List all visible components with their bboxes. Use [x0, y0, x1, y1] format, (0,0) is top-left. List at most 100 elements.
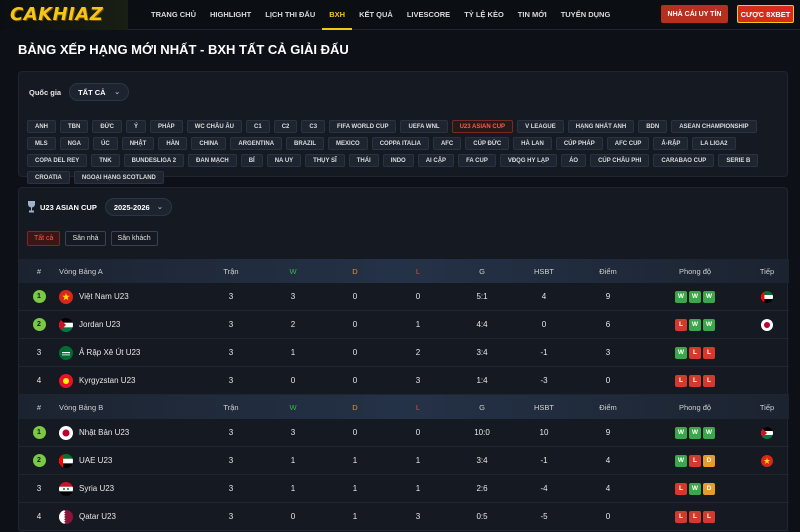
league-chip[interactable]: LA LIGA2 — [692, 137, 736, 150]
league-chip[interactable]: ARGENTINA — [230, 137, 283, 150]
col-d: D — [352, 266, 358, 276]
form-badge: W — [675, 346, 687, 359]
nav-highlight[interactable]: HIGHLIGHT — [203, 0, 258, 30]
team-name[interactable]: Jordan U23 — [79, 320, 120, 329]
league-chip[interactable]: NGA — [59, 137, 90, 150]
form-badge: W — [675, 426, 687, 439]
team-name[interactable]: Việt Nam U23 — [79, 292, 129, 301]
form-badge: L — [703, 510, 715, 523]
played: 3 — [228, 512, 234, 521]
bet-8xbet-button[interactable]: CƯỢC 8XBET — [737, 5, 794, 23]
league-chip[interactable]: NGOẠI HẠNG SCOTLAND — [73, 171, 164, 184]
league-chip[interactable]: AFC CUP — [606, 137, 650, 150]
league-chip[interactable]: ĐAN MẠCH — [188, 154, 237, 167]
table-row[interactable]: 3 Syria U23 3 1 1 1 2:6 -4 4 LWD — [19, 475, 789, 503]
table-row[interactable]: 1 Việt Nam U23 3 3 0 0 5:1 4 9 WWW — [19, 283, 789, 311]
nav-bxh[interactable]: BXH — [322, 0, 353, 30]
points: 3 — [605, 348, 611, 357]
league-chip[interactable]: FIFA WORLD CUP — [329, 120, 397, 133]
league-chip[interactable]: TBN — [60, 120, 89, 133]
league-chip[interactable]: ÁO — [561, 154, 587, 167]
league-chip[interactable]: C1 — [246, 120, 270, 133]
team-name[interactable]: UAE U23 — [79, 456, 112, 465]
league-chip[interactable]: FA CUP — [458, 154, 496, 167]
tab-all[interactable]: Tất cả — [27, 231, 61, 246]
league-chip[interactable]: AFC — [432, 137, 462, 150]
league-chip[interactable]: Ý — [126, 120, 147, 133]
table-row[interactable]: 4 Qatar U23 3 0 1 3 0:5 -5 0 LLL — [19, 503, 789, 531]
league-chip[interactable]: U23 ASIAN CUP — [451, 120, 514, 133]
league-chip[interactable]: ANH — [27, 120, 56, 133]
league-chip[interactable]: AI CẬP — [417, 154, 455, 167]
nav-tuyen-dung[interactable]: TUYỂN DỤNG — [554, 0, 618, 30]
japan-flag-icon[interactable] — [761, 318, 773, 331]
league-chip[interactable]: BỈ — [240, 154, 263, 167]
team-name[interactable]: Ả Rập Xê Út U23 — [79, 348, 140, 357]
league-chip[interactable]: ASEAN CHAMPIONSHIP — [671, 120, 757, 133]
league-chip[interactable]: UEFA WNL — [400, 120, 448, 133]
vietnam-flag-icon[interactable] — [761, 454, 773, 467]
league-chip[interactable]: NHẬT — [121, 137, 155, 150]
tab-away[interactable]: Sân khách — [110, 231, 158, 246]
team-name[interactable]: Qatar U23 — [79, 512, 116, 521]
wins: 1 — [290, 348, 296, 357]
country-select[interactable]: TẤT CẢ ⌄ — [69, 83, 130, 101]
league-chip[interactable]: CÚP PHÁP — [555, 137, 603, 150]
nav-tin-moi[interactable]: TIN MỚI — [511, 0, 554, 30]
table-row[interactable]: 4 Kyrgyzstan U23 3 0 0 3 1:4 -3 0 LLL — [19, 367, 789, 395]
league-chip[interactable]: HẠNG NHẤT ANH — [567, 120, 635, 133]
league-chip[interactable]: HÀ LAN — [513, 137, 552, 150]
site-logo[interactable]: CAKHIAZ — [0, 0, 128, 30]
league-chip[interactable]: PHÁP — [150, 120, 183, 133]
nav-trang-chu[interactable]: TRANG CHỦ — [144, 0, 203, 30]
points: 9 — [605, 428, 611, 437]
league-chip[interactable]: Ả-RẬP — [653, 137, 689, 150]
league-chip[interactable]: COPPA ITALIA — [371, 137, 429, 150]
league-chip[interactable]: WC CHÂU ÂU — [186, 120, 243, 133]
league-chip[interactable]: BDN — [638, 120, 668, 133]
rank-number: 3 — [36, 484, 42, 493]
tab-home[interactable]: Sân nhà — [65, 231, 106, 246]
nav-livescore[interactable]: LIVESCORE — [400, 0, 457, 30]
nav-ty-le-keo[interactable]: TỶ LỆ KÈO — [457, 0, 511, 30]
league-chip[interactable]: THÁI — [348, 154, 379, 167]
league-chip[interactable]: TNK — [91, 154, 120, 167]
country-select-value: TẤT CẢ — [78, 87, 106, 97]
uae-flag-icon[interactable] — [761, 290, 773, 303]
league-chip[interactable]: CARABAO CUP — [653, 154, 715, 167]
nav-ket-qua[interactable]: KẾT QUẢ — [352, 0, 400, 30]
league-chip[interactable]: NA UY — [266, 154, 302, 167]
table-row[interactable]: 2 Jordan U23 3 2 0 1 4:4 0 6 LWW — [19, 311, 789, 339]
col-g: G — [479, 402, 485, 412]
league-chip[interactable]: INDO — [382, 154, 414, 167]
trusted-bookmaker-button[interactable]: NHÀ CÁI UY TÍN — [661, 5, 728, 23]
jordan-flag-icon[interactable] — [761, 426, 773, 439]
league-chip[interactable]: HÀN — [158, 137, 188, 150]
league-chip[interactable]: MEXICO — [328, 137, 368, 150]
league-chip[interactable]: THỤY SĨ — [305, 154, 345, 167]
season-select[interactable]: 2025-2026 ⌄ — [104, 198, 172, 216]
league-chip[interactable]: BUNDESLIGA 2 — [123, 154, 185, 167]
league-chip[interactable]: V LEAGUE — [517, 120, 564, 133]
league-chip[interactable]: VĐQG HY LẠP — [499, 154, 558, 167]
league-chip[interactable]: C2 — [273, 120, 298, 133]
league-chip[interactable]: C3 — [301, 120, 326, 133]
team-name[interactable]: Kyrgyzstan U23 — [79, 376, 135, 385]
league-chip[interactable]: MLS — [27, 137, 56, 150]
league-chip[interactable]: SERIE B — [718, 154, 759, 167]
league-chip[interactable]: CROATIA — [27, 171, 70, 184]
table-row[interactable]: 3 Ả Rập Xê Út U23 3 1 0 2 3:4 -1 3 WLL — [19, 339, 789, 367]
team-name[interactable]: Nhật Bản U23 — [79, 428, 129, 437]
league-chip[interactable]: ÚC — [93, 137, 118, 150]
table-row[interactable]: 1 Nhật Bản U23 3 3 0 0 10:0 10 9 WWW — [19, 419, 789, 447]
nav-lich-thi-dau[interactable]: LỊCH THI ĐẤU — [258, 0, 322, 30]
league-chip[interactable]: CÚP CHÂU PHI — [590, 154, 650, 167]
table-row[interactable]: 2 UAE U23 3 1 1 1 3:4 -1 4 WLD — [19, 447, 789, 475]
form-badge: W — [675, 290, 687, 303]
league-chip[interactable]: ĐỨC — [92, 120, 122, 133]
league-chip[interactable]: CÚP ĐỨC — [465, 137, 510, 150]
team-name[interactable]: Syria U23 — [79, 484, 114, 493]
league-chip[interactable]: CHINA — [191, 137, 227, 150]
league-chip[interactable]: BRAZIL — [286, 137, 325, 150]
league-chip[interactable]: COPA DEL REY — [27, 154, 88, 167]
